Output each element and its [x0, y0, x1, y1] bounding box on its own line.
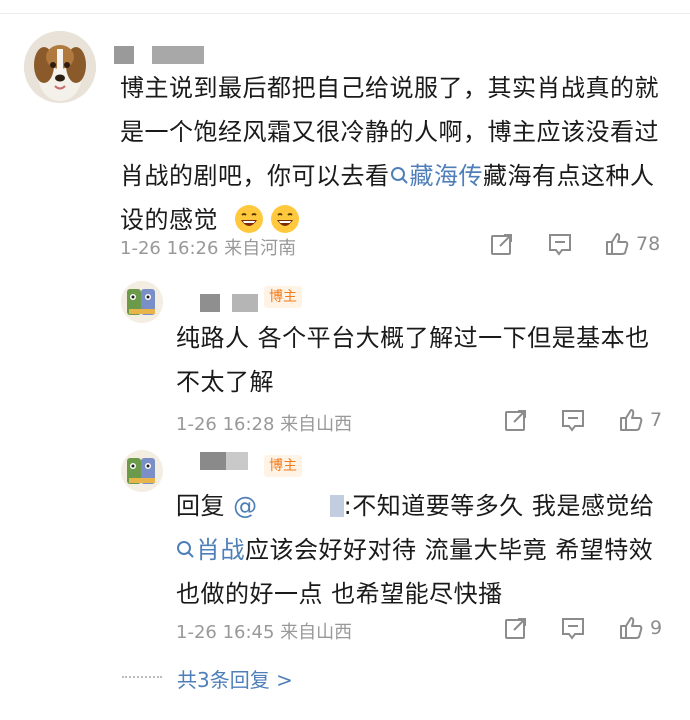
topic-link-label: 肖战 [196, 536, 245, 564]
beagle-avatar-image [24, 31, 96, 103]
reply-text-part: :不知道要等多久 我是感觉给 [343, 492, 655, 520]
topic-link[interactable]: 藏海传 [390, 162, 484, 190]
cartoon-avatar-image [121, 450, 163, 492]
comment-icon [562, 410, 584, 432]
comment-button[interactable] [547, 229, 573, 259]
mention-link[interactable]: @ [233, 492, 344, 520]
like-button[interactable]: 7 [618, 405, 662, 435]
share-button[interactable] [503, 405, 529, 435]
blogger-badge: 博主 [264, 455, 302, 477]
thumbs-up-icon [606, 233, 629, 255]
share-icon [505, 618, 526, 639]
mention-blur-block [329, 495, 344, 517]
blogger-username-blurred[interactable] [176, 452, 248, 470]
share-button[interactable] [503, 613, 529, 643]
topic-link-label: 藏海传 [409, 162, 483, 190]
like-button[interactable]: 9 [618, 613, 662, 643]
like-count: 7 [650, 409, 663, 431]
dotted-divider [122, 676, 162, 678]
reply-text: 纯路人 各个平台大概了解过一下但是基本也不太了解 [176, 324, 650, 396]
top-divider [0, 0, 690, 14]
username-blurred[interactable] [114, 46, 204, 64]
reply-prefix: 回复 [176, 492, 225, 520]
share-icon [505, 410, 526, 431]
mention-at: @ [233, 492, 258, 520]
blogger-username-blurred[interactable] [176, 294, 258, 312]
comment-actions: 78 [0, 229, 690, 259]
reply-text: 回复 @ :不知道要等多久 我是感觉给肖战应该会好好对待 流量大毕竟 希望特效也做… [176, 484, 666, 616]
reply-actions: 9 [0, 613, 690, 643]
like-count: 78 [636, 233, 661, 255]
comment-button[interactable] [560, 405, 586, 435]
like-count: 9 [650, 617, 663, 639]
blogger-avatar[interactable] [121, 281, 163, 323]
topic-link[interactable]: 肖战 [176, 536, 245, 564]
search-icon [390, 167, 407, 184]
comment-button[interactable] [560, 613, 586, 643]
share-button[interactable] [489, 229, 515, 259]
like-button[interactable]: 78 [604, 229, 660, 259]
reply-text-rest: 应该会好好对待 流量大毕竟 希望特效也做的好一点 也希望能尽快播 [176, 536, 654, 608]
comment-icon [549, 234, 571, 256]
reply-actions: 7 [0, 405, 690, 435]
search-icon [177, 541, 194, 558]
thumbs-up-icon [620, 409, 643, 431]
blogger-badge: 博主 [264, 286, 302, 308]
user-avatar[interactable] [24, 31, 96, 103]
share-icon [491, 234, 512, 255]
cartoon-avatar-image [121, 281, 163, 323]
blogger-avatar[interactable] [121, 450, 163, 492]
comment-icon [562, 618, 584, 640]
view-more-replies-link[interactable]: 共3条回复 > [177, 664, 293, 693]
thumbs-up-icon [620, 617, 643, 639]
comment-text: 博主说到最后都把自己给说服了，其实肖战真的就是一个饱经风霜又很冷静的人啊，博主应… [120, 66, 665, 242]
